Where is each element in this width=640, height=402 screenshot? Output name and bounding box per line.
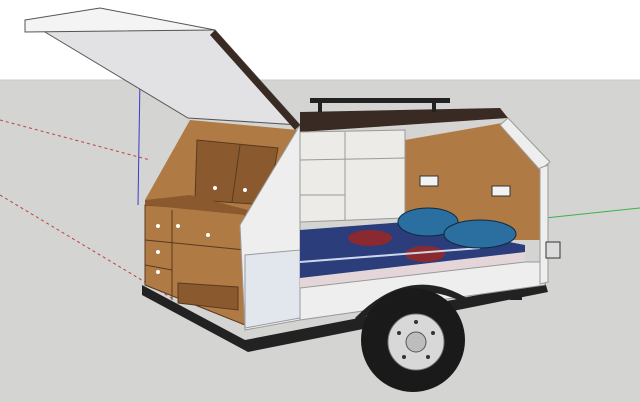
roof-rack-foot (432, 100, 436, 112)
drawer-knob (156, 270, 160, 274)
lug-nut (402, 355, 406, 359)
lug-nut (397, 331, 401, 335)
model-scene (0, 0, 640, 402)
drawer-knob (206, 233, 210, 237)
cabin-hook (491, 185, 511, 197)
drawer-knob (243, 188, 247, 192)
drawer-knob (156, 224, 160, 228)
trailer-hitch (545, 241, 561, 259)
drawer-knob (176, 224, 180, 228)
cabin-upper-cabinets (299, 129, 406, 223)
wheel-hub (405, 331, 427, 353)
blanket-pattern (348, 230, 392, 246)
lug-nut (431, 331, 435, 335)
shell-lower-stripe (244, 249, 301, 329)
lug-nut (414, 320, 418, 324)
drawer-knob (213, 186, 217, 190)
chassis-foot (510, 290, 522, 300)
3d-viewport[interactable] (0, 0, 640, 402)
roof-rack-foot (318, 100, 322, 112)
drawer-knob (156, 250, 160, 254)
roof-rack-bar (310, 98, 450, 103)
lug-nut (426, 355, 430, 359)
body-right-post (539, 164, 549, 285)
cabin-hook (419, 175, 439, 187)
pillow (443, 219, 517, 249)
